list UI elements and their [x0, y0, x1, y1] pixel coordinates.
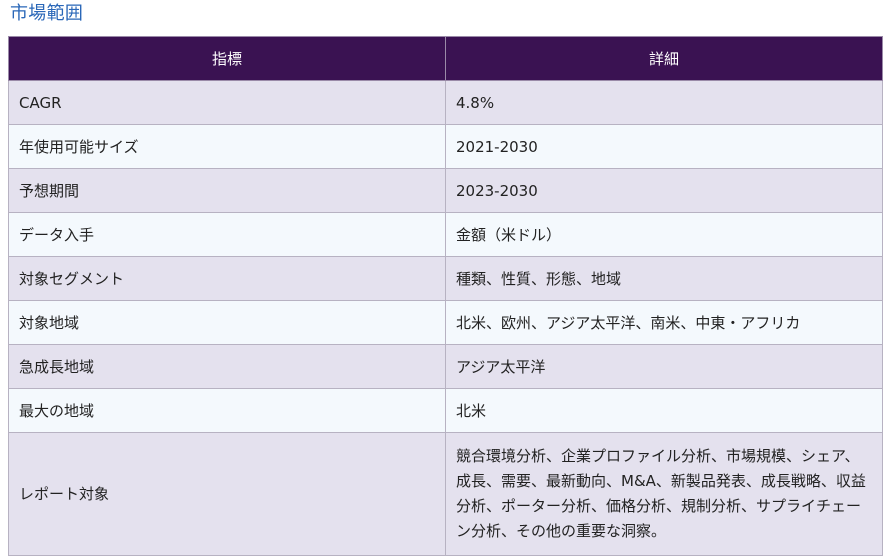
row-value: 種類、性質、形態、地域 — [445, 256, 883, 301]
table-header-row: 指標 詳細 — [8, 36, 883, 81]
row-value: 競合環境分析、企業プロファイル分析、市場規模、シェア、成長、需要、最新動向、M&… — [445, 432, 883, 556]
table-row: 予想期間 2023-2030 — [8, 168, 883, 213]
table-row: レポート対象 競合環境分析、企業プロファイル分析、市場規模、シェア、成長、需要、… — [8, 432, 883, 556]
row-label: データ入手 — [8, 212, 446, 257]
row-value: 2023-2030 — [445, 168, 883, 213]
header-detail: 詳細 — [445, 36, 883, 81]
table-row: 対象セグメント 種類、性質、形態、地域 — [8, 256, 883, 301]
row-label: レポート対象 — [8, 432, 446, 556]
row-value: 北米、欧州、アジア太平洋、南米、中東・アフリカ — [445, 300, 883, 345]
row-label: 予想期間 — [8, 168, 446, 213]
row-label: 急成長地域 — [8, 344, 446, 389]
row-value: アジア太平洋 — [445, 344, 883, 389]
row-label: CAGR — [8, 80, 446, 125]
table-row: 対象地域 北米、欧州、アジア太平洋、南米、中東・アフリカ — [8, 300, 883, 345]
row-value: 2021-2030 — [445, 124, 883, 169]
market-scope-table: 指標 詳細 CAGR 4.8% 年使用可能サイズ 2021-2030 予想期間 … — [8, 36, 883, 556]
table-row: 年使用可能サイズ 2021-2030 — [8, 124, 883, 169]
row-label: 年使用可能サイズ — [8, 124, 446, 169]
table-row: CAGR 4.8% — [8, 80, 883, 125]
table-row: データ入手 金額（米ドル） — [8, 212, 883, 257]
table-row: 最大の地域 北米 — [8, 388, 883, 433]
header-metric: 指標 — [8, 36, 446, 81]
section-title: 市場範囲 — [10, 3, 84, 24]
table-row: 急成長地域 アジア太平洋 — [8, 344, 883, 389]
row-label: 対象セグメント — [8, 256, 446, 301]
row-label: 対象地域 — [8, 300, 446, 345]
row-value: 北米 — [445, 388, 883, 433]
row-label: 最大の地域 — [8, 388, 446, 433]
row-value: 4.8% — [445, 80, 883, 125]
row-value: 金額（米ドル） — [445, 212, 883, 257]
